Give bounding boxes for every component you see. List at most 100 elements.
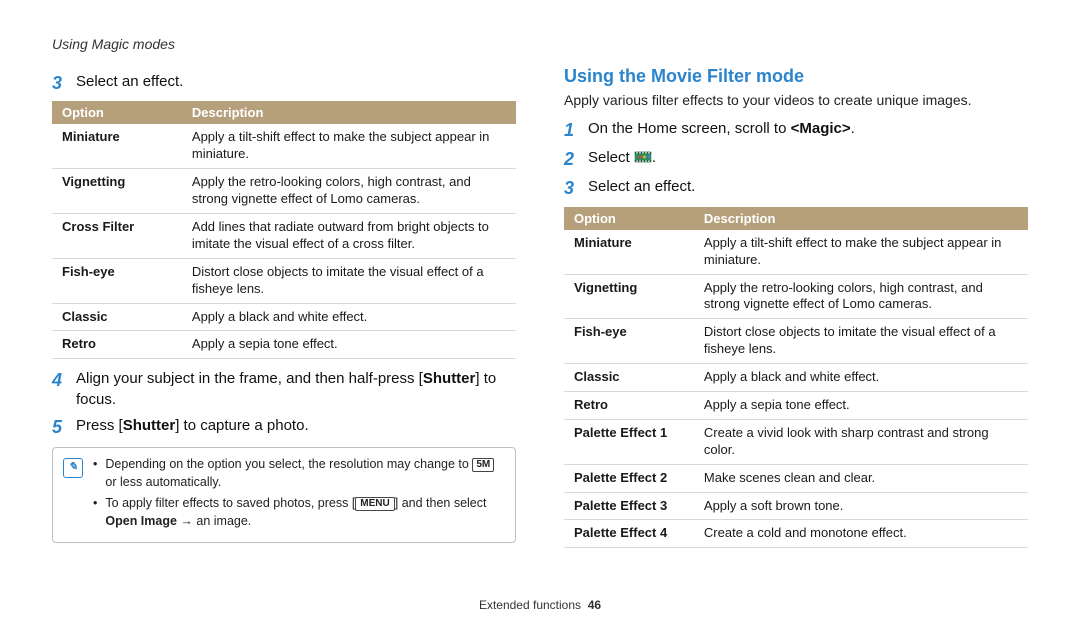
step-text: Select . bbox=[588, 148, 656, 168]
col-header-option: Option bbox=[564, 207, 694, 230]
step-text: Select an effect. bbox=[588, 177, 695, 197]
step-text: Align your subject in the frame, and the… bbox=[76, 369, 516, 410]
option-desc: Add lines that radiate outward from brig… bbox=[182, 213, 516, 258]
step-4: 4 Align your subject in the frame, and t… bbox=[52, 369, 516, 410]
option-desc: Apply a black and white effect. bbox=[182, 303, 516, 331]
option-name: Classic bbox=[564, 364, 694, 392]
option-desc: Apply a tilt-shift effect to make the su… bbox=[182, 124, 516, 168]
step-number: 3 bbox=[564, 177, 578, 200]
text-bold: Open Image bbox=[105, 514, 177, 528]
photo-filter-table: Option Description Miniature Apply a til… bbox=[52, 101, 516, 359]
option-name: Vignetting bbox=[564, 274, 694, 319]
table-row: MiniatureApply a tilt-shift effect to ma… bbox=[564, 230, 1028, 274]
text-bold: <Magic> bbox=[791, 120, 851, 137]
step-text: On the Home screen, scroll to <Magic>. bbox=[588, 119, 855, 139]
table-row: Classic Apply a black and white effect. bbox=[52, 303, 516, 331]
option-desc: Create a vivid look with sharp contrast … bbox=[694, 419, 1028, 464]
text-part: → an image. bbox=[177, 514, 251, 528]
section-intro: Apply various filter effects to your vid… bbox=[564, 91, 1028, 111]
option-desc: Apply a black and white effect. bbox=[694, 364, 1028, 392]
movie-filter-icon bbox=[634, 150, 652, 164]
table-row: Palette Effect 4Create a cold and monoto… bbox=[564, 520, 1028, 548]
page-footer: Extended functions 46 bbox=[0, 598, 1080, 612]
step-number: 2 bbox=[564, 148, 578, 171]
movie-filter-table: Option Description MiniatureApply a tilt… bbox=[564, 207, 1028, 549]
note-box: ✎ Depending on the option you select, th… bbox=[52, 447, 516, 543]
running-head: Using Magic modes bbox=[52, 36, 1028, 52]
col-header-option: Option bbox=[52, 101, 182, 124]
option-desc: Apply a tilt-shift effect to make the su… bbox=[694, 230, 1028, 274]
table-row: Retro Apply a sepia tone effect. bbox=[52, 331, 516, 359]
text-part: or less automatically. bbox=[105, 475, 221, 489]
option-name: Fish-eye bbox=[564, 319, 694, 364]
note-list: Depending on the option you select, the … bbox=[93, 456, 505, 534]
option-desc: Apply the retro-looking colors, high con… bbox=[694, 274, 1028, 319]
option-desc: Distort close objects to imitate the vis… bbox=[694, 319, 1028, 364]
option-name: Retro bbox=[52, 331, 182, 359]
step-5: 5 Press [Shutter] to capture a photo. bbox=[52, 416, 516, 439]
step-text: Press [Shutter] to capture a photo. bbox=[76, 416, 309, 436]
page-number: 46 bbox=[588, 598, 601, 612]
option-name: Palette Effect 3 bbox=[564, 492, 694, 520]
text-part: On the Home screen, scroll to bbox=[588, 120, 791, 137]
option-desc: Create a cold and monotone effect. bbox=[694, 520, 1028, 548]
text-part: ] and then select bbox=[395, 496, 487, 510]
option-name: Miniature bbox=[564, 230, 694, 274]
option-desc: Apply the retro-looking colors, high con… bbox=[182, 169, 516, 214]
option-name: Cross Filter bbox=[52, 213, 182, 258]
text-bold: Shutter bbox=[423, 370, 476, 387]
step-text: Select an effect. bbox=[76, 72, 183, 92]
table-row: Palette Effect 2Make scenes clean and cl… bbox=[564, 464, 1028, 492]
option-name: Palette Effect 1 bbox=[564, 419, 694, 464]
right-column: Using the Movie Filter mode Apply variou… bbox=[564, 66, 1028, 558]
step-2: 2 Select . bbox=[564, 148, 1028, 171]
text-bold: Shutter bbox=[123, 417, 176, 434]
table-row: Vignetting Apply the retro-looking color… bbox=[52, 169, 516, 214]
table-row: Fish-eyeDistort close objects to imitate… bbox=[564, 319, 1028, 364]
option-name: Miniature bbox=[52, 124, 182, 168]
table-row: VignettingApply the retro-looking colors… bbox=[564, 274, 1028, 319]
text-part: Select bbox=[588, 149, 634, 166]
text-part: Depending on the option you select, the … bbox=[105, 457, 472, 471]
option-desc: Distort close objects to imitate the vis… bbox=[182, 258, 516, 303]
step-number: 5 bbox=[52, 416, 66, 439]
step-3: 3 Select an effect. bbox=[52, 72, 516, 95]
two-column-layout: 3 Select an effect. Option Description M… bbox=[52, 66, 1028, 558]
text-part: . bbox=[851, 120, 855, 137]
step-number: 3 bbox=[52, 72, 66, 95]
option-desc: Apply a soft brown tone. bbox=[694, 492, 1028, 520]
left-column: 3 Select an effect. Option Description M… bbox=[52, 66, 516, 558]
text-part: ] to capture a photo. bbox=[175, 417, 308, 434]
option-name: Palette Effect 2 bbox=[564, 464, 694, 492]
table-row: Palette Effect 3Apply a soft brown tone. bbox=[564, 492, 1028, 520]
footer-section: Extended functions bbox=[479, 598, 581, 612]
option-name: Classic bbox=[52, 303, 182, 331]
option-name: Palette Effect 4 bbox=[564, 520, 694, 548]
text-part: To apply filter effects to saved photos,… bbox=[105, 496, 355, 510]
option-name: Retro bbox=[564, 392, 694, 420]
step-1: 1 On the Home screen, scroll to <Magic>. bbox=[564, 119, 1028, 142]
text-part: Align your subject in the frame, and the… bbox=[76, 370, 423, 387]
option-name: Fish-eye bbox=[52, 258, 182, 303]
col-header-description: Description bbox=[694, 207, 1028, 230]
step-number: 1 bbox=[564, 119, 578, 142]
note-item: To apply filter effects to saved photos,… bbox=[93, 495, 505, 530]
table-row: Fish-eye Distort close objects to imitat… bbox=[52, 258, 516, 303]
text-part: Press [ bbox=[76, 417, 123, 434]
table-row: ClassicApply a black and white effect. bbox=[564, 364, 1028, 392]
col-header-description: Description bbox=[182, 101, 516, 124]
table-row: Cross Filter Add lines that radiate outw… bbox=[52, 213, 516, 258]
note-icon: ✎ bbox=[63, 458, 83, 478]
table-row: RetroApply a sepia tone effect. bbox=[564, 392, 1028, 420]
step-number: 4 bbox=[52, 369, 66, 392]
table-row: Palette Effect 1Create a vivid look with… bbox=[564, 419, 1028, 464]
note-item: Depending on the option you select, the … bbox=[93, 456, 505, 491]
resolution-badge: 5M bbox=[472, 458, 494, 472]
page: Using Magic modes 3 Select an effect. Op… bbox=[0, 0, 1080, 630]
option-desc: Make scenes clean and clear. bbox=[694, 464, 1028, 492]
option-desc: Apply a sepia tone effect. bbox=[694, 392, 1028, 420]
option-desc: Apply a sepia tone effect. bbox=[182, 331, 516, 359]
option-name: Vignetting bbox=[52, 169, 182, 214]
text-part: . bbox=[652, 149, 656, 166]
step-3: 3 Select an effect. bbox=[564, 177, 1028, 200]
